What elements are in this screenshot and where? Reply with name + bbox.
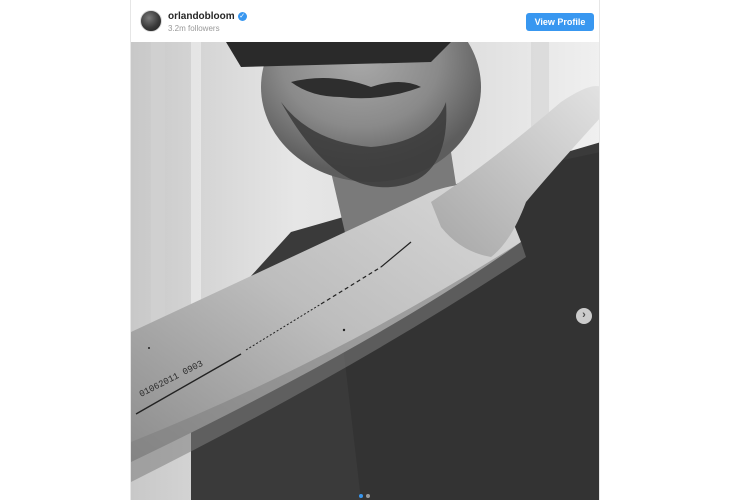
instagram-embed-card: orlandobloom ✓ 3.2m followers View Profi… xyxy=(130,0,600,500)
carousel-indicator xyxy=(359,494,370,498)
post-photo[interactable]: 01062011 0903 › xyxy=(131,42,599,500)
profile-avatar[interactable] xyxy=(140,10,162,32)
carousel-dot-2 xyxy=(366,494,370,498)
verified-badge-icon: ✓ xyxy=(237,12,247,21)
post-header: orlandobloom ✓ 3.2m followers View Profi… xyxy=(131,0,599,42)
username-row: orlandobloom ✓ xyxy=(168,11,247,22)
post-photo-image: 01062011 0903 xyxy=(131,42,599,500)
carousel-dot-1 xyxy=(359,494,363,498)
username-link[interactable]: orlandobloom xyxy=(168,11,235,22)
carousel-next-arrow-icon[interactable]: › xyxy=(576,308,592,324)
view-profile-button[interactable]: View Profile xyxy=(526,13,594,31)
follower-count: 3.2m followers xyxy=(168,24,220,33)
